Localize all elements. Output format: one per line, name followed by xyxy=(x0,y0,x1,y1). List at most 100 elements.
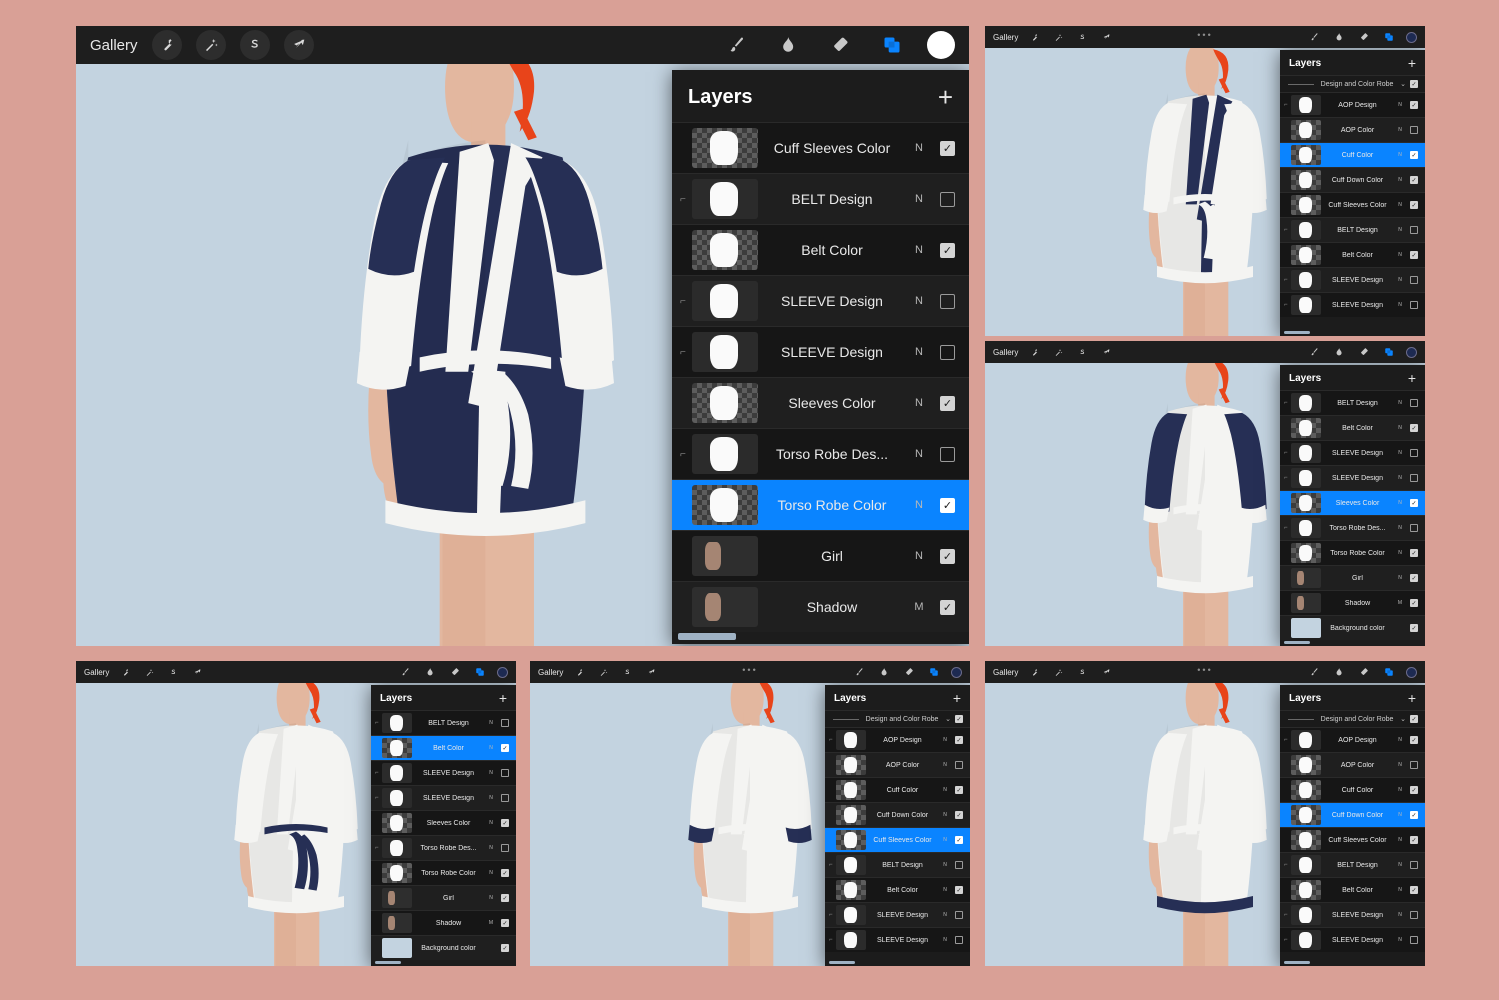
layer-blend-mode[interactable]: N xyxy=(906,142,932,154)
layer-visibility-checkbox[interactable] xyxy=(1410,524,1418,532)
layer-group-header[interactable]: Design and Color Robe⌄✓ xyxy=(1280,75,1425,92)
wrench-icon[interactable] xyxy=(1027,665,1042,680)
layer-visibility-checkbox[interactable] xyxy=(501,794,509,802)
layer-blend-mode[interactable]: N xyxy=(485,745,497,751)
layers-icon[interactable] xyxy=(875,28,909,62)
layer-row[interactable]: ShadowM✓ xyxy=(1280,590,1425,615)
layers-icon[interactable] xyxy=(1381,665,1396,680)
layer-visibility-checkbox[interactable]: ✓ xyxy=(1410,786,1418,794)
layer-row[interactable]: ⌐SLEEVE DesignN xyxy=(371,760,516,785)
magic-wand-icon[interactable] xyxy=(1051,665,1066,680)
layer-blend-mode[interactable]: N xyxy=(1394,475,1406,481)
layer-blend-mode[interactable]: N xyxy=(906,244,932,256)
gallery-button[interactable]: Gallery xyxy=(993,668,1018,677)
layer-thumbnail[interactable] xyxy=(692,128,758,168)
layer-thumbnail[interactable] xyxy=(1291,170,1321,190)
add-layer-button[interactable]: + xyxy=(1408,371,1416,385)
chevron-down-icon[interactable]: ⌄ xyxy=(1400,715,1406,723)
layer-visibility-checkbox[interactable] xyxy=(1410,226,1418,234)
layer-thumbnail[interactable] xyxy=(382,738,412,758)
layer-row[interactable]: Cuff Down ColorN✓ xyxy=(1280,167,1425,192)
layer-row[interactable]: ⌐BELT DesignN xyxy=(1280,390,1425,415)
layer-row[interactable]: Cuff Sleeves ColorN✓ xyxy=(1280,192,1425,217)
layer-blend-mode[interactable]: N xyxy=(1394,102,1406,108)
add-layer-button[interactable]: + xyxy=(1408,691,1416,705)
layer-blend-mode[interactable]: N xyxy=(485,895,497,901)
layer-visibility-checkbox[interactable]: ✓ xyxy=(1410,549,1418,557)
layer-blend-mode[interactable]: N xyxy=(939,762,951,768)
layer-blend-mode[interactable]: N xyxy=(906,550,932,562)
layer-visibility-checkbox[interactable]: ✓ xyxy=(501,894,509,902)
brush-icon[interactable] xyxy=(1306,30,1321,45)
selection-s-icon[interactable] xyxy=(1075,345,1090,360)
layer-thumbnail[interactable] xyxy=(836,830,866,850)
layers-panel[interactable]: Layers+Design and Color Robe⌄✓⌐AOP Desig… xyxy=(1280,685,1425,966)
layer-visibility-checkbox[interactable] xyxy=(940,192,955,207)
layer-row[interactable]: ⌐SLEEVE DesignN xyxy=(1280,292,1425,317)
layer-thumbnail[interactable] xyxy=(836,905,866,925)
layer-visibility-checkbox[interactable] xyxy=(1410,276,1418,284)
layer-list[interactable]: Cuff Sleeves ColorN✓⌐BELT DesignNBelt Co… xyxy=(672,122,969,632)
transform-arrow-icon[interactable] xyxy=(190,665,205,680)
layer-visibility-checkbox[interactable] xyxy=(1410,474,1418,482)
more-options-button[interactable]: ••• xyxy=(742,665,757,675)
smudge-icon[interactable] xyxy=(422,665,437,680)
layer-visibility-checkbox[interactable] xyxy=(501,844,509,852)
selection-s-icon[interactable] xyxy=(1075,30,1090,45)
layer-row[interactable]: ⌐SLEEVE DesignN xyxy=(825,902,970,927)
layer-blend-mode[interactable]: N xyxy=(1394,152,1406,158)
layer-blend-mode[interactable]: M xyxy=(1394,600,1406,606)
layer-thumbnail[interactable] xyxy=(1291,618,1321,638)
layer-row[interactable]: ⌐SLEEVE DesignN xyxy=(371,785,516,810)
layer-row[interactable]: GirlN✓ xyxy=(672,530,969,581)
wrench-icon[interactable] xyxy=(1027,30,1042,45)
layer-thumbnail[interactable] xyxy=(382,888,412,908)
layer-visibility-checkbox[interactable]: ✓ xyxy=(1410,811,1418,819)
layer-blend-mode[interactable]: N xyxy=(1394,252,1406,258)
layer-thumbnail[interactable] xyxy=(1291,145,1321,165)
transform-arrow-icon[interactable] xyxy=(1099,30,1114,45)
layer-row[interactable]: ⌐BELT DesignN xyxy=(1280,852,1425,877)
layer-thumbnail[interactable] xyxy=(1291,755,1321,775)
layer-row[interactable]: ShadowM✓ xyxy=(672,581,969,632)
layer-blend-mode[interactable]: N xyxy=(939,837,951,843)
layer-row[interactable]: ⌐BELT DesignN xyxy=(1280,217,1425,242)
layer-visibility-checkbox[interactable] xyxy=(955,911,963,919)
layer-list[interactable]: ⌐BELT DesignNBelt ColorN✓⌐SLEEVE DesignN… xyxy=(371,710,516,960)
layer-row[interactable]: ⌐Torso Robe Des...N xyxy=(1280,515,1425,540)
layer-row[interactable]: Cuff ColorN✓ xyxy=(1280,142,1425,167)
gallery-button[interactable]: Gallery xyxy=(993,348,1018,357)
layer-row[interactable]: Sleeves ColorN✓ xyxy=(1280,490,1425,515)
add-layer-button[interactable]: + xyxy=(938,84,953,110)
layer-visibility-checkbox[interactable] xyxy=(940,447,955,462)
smudge-icon[interactable] xyxy=(771,28,805,62)
layers-panel[interactable]: Layers+⌐BELT DesignNBelt ColorN✓⌐SLEEVE … xyxy=(1280,365,1425,646)
transform-arrow-icon[interactable] xyxy=(644,665,659,680)
layer-blend-mode[interactable]: N xyxy=(1394,887,1406,893)
layer-blend-mode[interactable]: N xyxy=(1394,937,1406,943)
layer-row[interactable]: Cuff Down ColorN✓ xyxy=(1280,802,1425,827)
layers-scrollbar[interactable] xyxy=(1284,641,1310,644)
layer-thumbnail[interactable] xyxy=(692,536,758,576)
layer-visibility-checkbox[interactable]: ✓ xyxy=(1410,599,1418,607)
gallery-button[interactable]: Gallery xyxy=(90,37,138,54)
color-swatch-icon[interactable] xyxy=(1406,32,1417,43)
layer-thumbnail[interactable] xyxy=(692,281,758,321)
layer-thumbnail[interactable] xyxy=(1291,443,1321,463)
layer-thumbnail[interactable] xyxy=(382,938,412,958)
layer-visibility-checkbox[interactable]: ✓ xyxy=(940,243,955,258)
wrench-icon[interactable] xyxy=(572,665,587,680)
layer-row[interactable]: ⌐SLEEVE DesignN xyxy=(1280,465,1425,490)
layer-blend-mode[interactable]: N xyxy=(485,720,497,726)
layer-thumbnail[interactable] xyxy=(1291,543,1321,563)
layer-row[interactable]: ShadowM✓ xyxy=(371,910,516,935)
layer-visibility-checkbox[interactable] xyxy=(955,861,963,869)
layer-blend-mode[interactable]: N xyxy=(1394,127,1406,133)
layer-thumbnail[interactable] xyxy=(1291,393,1321,413)
layer-visibility-checkbox[interactable]: ✓ xyxy=(1410,624,1418,632)
transform-arrow-icon[interactable] xyxy=(1099,665,1114,680)
layer-thumbnail[interactable] xyxy=(382,913,412,933)
layer-group-header[interactable]: Design and Color Robe⌄✓ xyxy=(825,710,970,727)
layer-list[interactable]: ⌐BELT DesignNBelt ColorN✓⌐SLEEVE DesignN… xyxy=(1280,390,1425,640)
layer-row[interactable]: Sleeves ColorN✓ xyxy=(672,377,969,428)
